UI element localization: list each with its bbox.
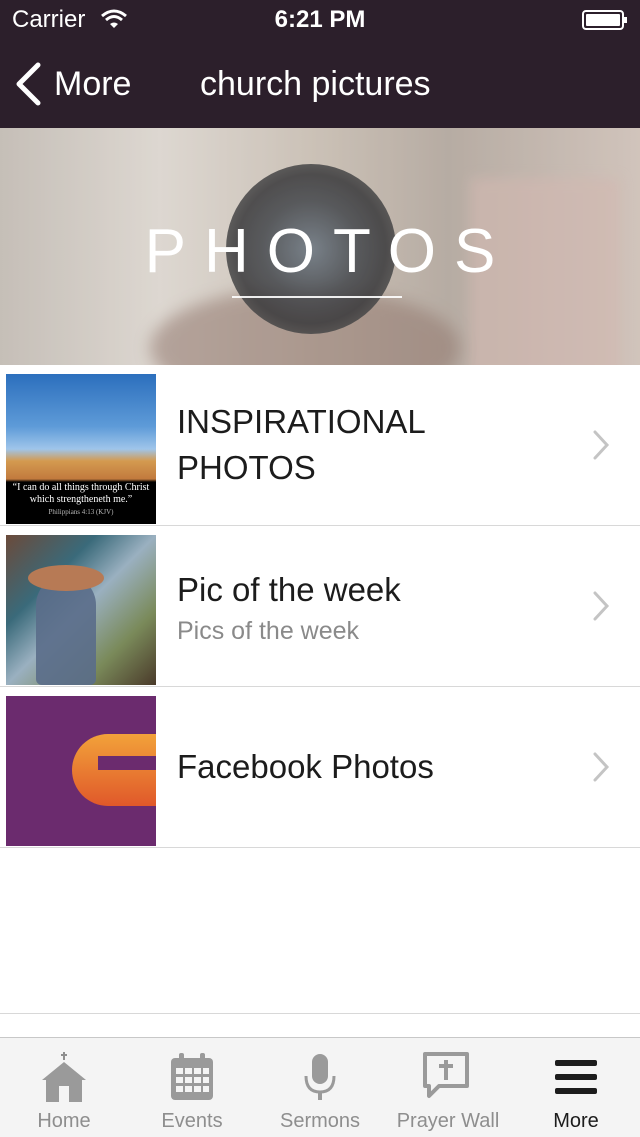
album-thumbnail: [6, 696, 156, 846]
list-separator: [0, 1013, 640, 1014]
thumbnail-verse-text: “I can do all things through Christ whic…: [12, 482, 150, 505]
album-text: Facebook Photos: [177, 687, 570, 847]
thumbnail-child-figure: [36, 575, 96, 685]
thumbnail-logo-cut: [98, 756, 156, 770]
battery-icon: [582, 10, 627, 30]
top-bar: Carrier 6:21 PM More church pictures: [0, 0, 640, 128]
album-subtitle: Pics of the week: [177, 616, 360, 645]
tab-more[interactable]: More: [512, 1038, 640, 1137]
album-thumbnail: “I can do all things through Christ whic…: [6, 374, 156, 524]
status-bar: Carrier 6:21 PM: [0, 0, 640, 40]
thumbnail-verse-ref: Philippians 4:13 (KJV): [48, 508, 114, 516]
chevron-right-icon: [593, 591, 610, 621]
tab-prayer-wall[interactable]: Prayer Wall: [384, 1038, 512, 1137]
album-row-pic-of-the-week[interactable]: Pic of the week Pics of the week: [0, 526, 640, 687]
album-row-inspirational[interactable]: “I can do all things through Christ whic…: [0, 365, 640, 526]
hero-title: PHOTOS: [144, 217, 514, 286]
tab-bar: Home Events Sermons Prayer Wall More: [0, 1037, 640, 1137]
album-row-facebook-photos[interactable]: Facebook Photos: [0, 687, 640, 848]
album-text: INSPIRATIONAL PHOTOS: [177, 365, 570, 525]
album-title: Facebook Photos: [177, 748, 434, 785]
album-title: INSPIRATIONAL PHOTOS: [177, 403, 425, 486]
tab-label: More: [553, 1110, 599, 1132]
album-title: Pic of the week: [177, 570, 401, 608]
chevron-left-icon: [16, 62, 41, 106]
microphone-icon: [304, 1054, 336, 1100]
tab-home[interactable]: Home: [0, 1038, 128, 1137]
album-text: Pic of the week Pics of the week: [177, 526, 570, 686]
thumbnail-verse: “I can do all things through Christ whic…: [6, 482, 156, 518]
album-list: “I can do all things through Christ whic…: [0, 365, 640, 848]
page-title: church pictures: [200, 65, 431, 103]
cross-bubble-icon: [423, 1052, 469, 1098]
tab-label: Prayer Wall: [396, 1110, 500, 1132]
tab-label: Events: [161, 1110, 223, 1132]
tab-sermons[interactable]: Sermons: [256, 1038, 384, 1137]
album-thumbnail: [6, 535, 156, 685]
chevron-right-icon: [593, 752, 610, 782]
hero-divider: [232, 296, 402, 298]
calendar-icon: [171, 1053, 213, 1100]
tab-label: Sermons: [279, 1110, 361, 1132]
navigation-bar: More church pictures: [0, 40, 640, 128]
thumbnail-hat: [28, 565, 104, 591]
tab-events[interactable]: Events: [128, 1038, 256, 1137]
status-time: 6:21 PM: [274, 6, 366, 33]
back-button[interactable]: More: [14, 62, 131, 106]
church-icon: [42, 1052, 86, 1102]
chevron-right-icon: [593, 430, 610, 460]
tab-label: Home: [37, 1110, 91, 1132]
photos-hero-banner: PHOTOS: [0, 128, 640, 365]
menu-icon: [555, 1060, 597, 1094]
back-label: More: [54, 64, 132, 103]
thumbnail-logo-shape: [72, 734, 156, 806]
